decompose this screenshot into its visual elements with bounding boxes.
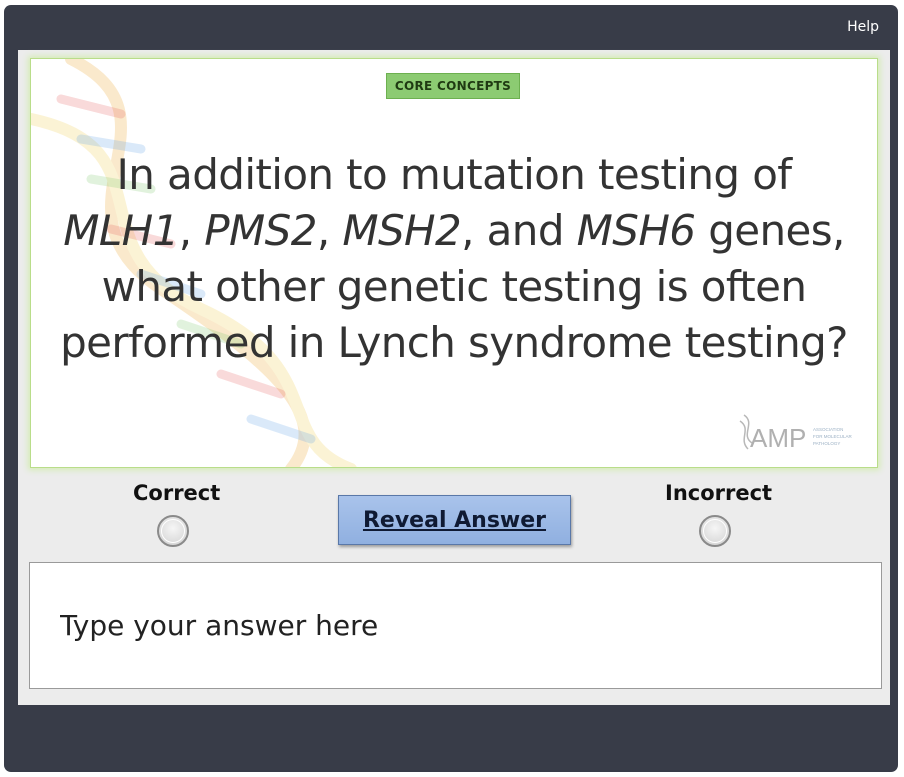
gene-name: PMS2 <box>204 206 317 255</box>
correct-radio[interactable] <box>157 515 189 547</box>
amp-logo-sub: FOR MOLECULAR <box>813 434 853 439</box>
amp-logo: AMP ASSOCIATION FOR MOLECULAR PATHOLOGY <box>739 414 853 453</box>
correct-label: Correct <box>133 481 221 505</box>
question-line: MLH1, PMS2, MSH2, and MSH6 genes, <box>51 203 857 259</box>
question-line: In addition to mutation testing of <box>116 150 793 199</box>
slide-area: CORE CONCEPTS In addition to mutation te… <box>18 50 890 705</box>
question-line: what other genetic testing is often <box>101 262 807 311</box>
question-card: CORE CONCEPTS In addition to mutation te… <box>30 58 878 468</box>
question-fragment: , and <box>461 206 577 255</box>
incorrect-label: Incorrect <box>665 481 773 505</box>
amp-logo-name: AMP <box>750 423 806 453</box>
incorrect-radio[interactable] <box>699 515 731 547</box>
question-line: performed in Lynch syndrome testing? <box>60 318 848 367</box>
question-fragment: , <box>316 206 343 255</box>
question-fragment: , <box>178 206 205 255</box>
amp-logo-sub: ASSOCIATION <box>813 427 843 432</box>
gene-name: MLH1 <box>63 206 179 255</box>
question-text: In addition to mutation testing of MLH1,… <box>51 147 857 371</box>
amp-logo-sub: PATHOLOGY <box>813 441 840 446</box>
gene-name: MSH2 <box>342 206 462 255</box>
answer-input[interactable] <box>29 562 882 689</box>
help-link[interactable]: Help <box>847 19 879 35</box>
question-fragment: genes, <box>695 206 845 255</box>
core-concepts-badge: CORE CONCEPTS <box>386 73 520 99</box>
gene-name: MSH6 <box>576 206 696 255</box>
reveal-answer-button[interactable]: Reveal Answer <box>338 495 571 545</box>
player-frame: Help CORE CONCEPTS In addition to mutati… <box>4 5 898 772</box>
